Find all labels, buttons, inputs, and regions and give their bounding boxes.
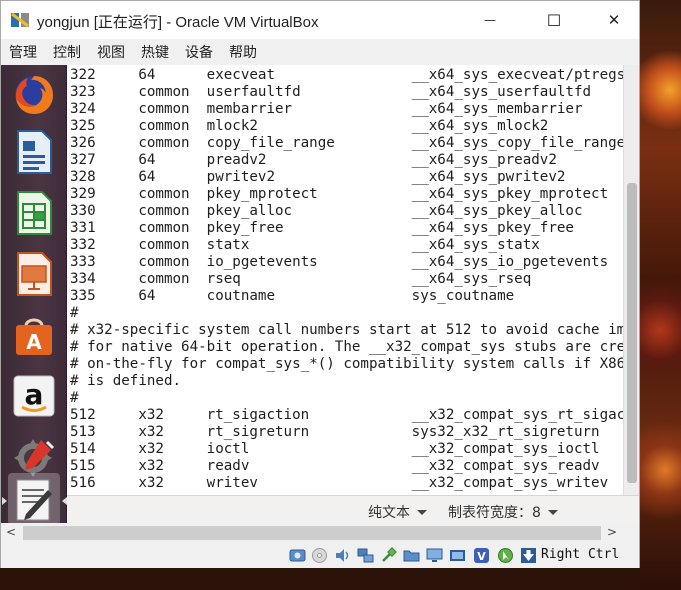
menu-bar: 管理 控制 视图 热键 设备 帮助 <box>1 39 639 65</box>
network-icon[interactable] <box>357 547 374 564</box>
code-line: 514 x32 ioctl __x32_compat_sys_ioctl <box>70 441 600 457</box>
hard-disk-icon[interactable] <box>289 547 306 564</box>
ubuntu-software-icon: A <box>16 318 52 355</box>
amazon-icon: a <box>13 375 55 417</box>
close-icon: ✕ <box>607 11 621 29</box>
syntax-language-label: 纯文本 <box>368 505 410 521</box>
tab-width-label: 制表符宽度：8 <box>448 505 541 521</box>
virtualbox-app-icon <box>10 10 30 30</box>
libreoffice-impress-icon <box>17 252 52 296</box>
vm-display[interactable]: A a 322 64 execveat __x64_sys_execveat/p… <box>1 65 639 523</box>
optical-drive-icon[interactable] <box>311 547 328 564</box>
launcher-firefox[interactable] <box>8 69 60 121</box>
shared-folder-icon[interactable] <box>403 547 420 564</box>
launcher-text-editor[interactable] <box>8 473 60 523</box>
host-key-arrow-icon[interactable] <box>520 547 537 564</box>
code-line: # for native 64-bit operation. The __x32… <box>70 339 623 355</box>
code-line: # on-the-fly for compat_sys_*() compatib… <box>70 356 623 372</box>
virtualbox-window: yongjun [正在运行] - Oracle VM VirtualBox — … <box>0 0 640 568</box>
scroll-left-arrow-icon[interactable]: < <box>6 525 16 539</box>
video-capture-icon[interactable] <box>449 547 466 564</box>
code-line: 335 64 coutname sys_coutname <box>70 288 515 304</box>
code-line: # <box>70 390 79 406</box>
code-line: 516 x32 writev __x32_compat_sys_writev <box>70 475 609 491</box>
launcher-writer[interactable] <box>8 126 60 178</box>
code-line: 333 common io_pgetevents __x64_sys_io_pg… <box>70 254 609 270</box>
minimize-button[interactable]: — <box>467 1 513 39</box>
usb-icon[interactable] <box>380 547 397 564</box>
minimize-icon: — <box>484 13 496 27</box>
code-line: 515 x32 readv __x32_compat_sys_readv <box>70 458 600 474</box>
launcher-impress[interactable] <box>8 248 60 300</box>
menu-hotkey[interactable]: 热键 <box>139 42 171 62</box>
menu-view[interactable]: 视图 <box>95 42 127 62</box>
ubuntu-launcher: A a <box>1 65 67 523</box>
display-icon[interactable] <box>426 547 443 564</box>
code-line: 512 x32 rt_sigaction __x32_compat_sys_rt… <box>70 407 623 423</box>
virtualbox-status-bar: V Right Ctrl <box>1 543 639 568</box>
launcher-calc[interactable] <box>8 187 60 239</box>
code-line: 326 common copy_file_range __x64_sys_cop… <box>70 135 623 151</box>
maximize-button[interactable]: ☐ <box>531 1 577 39</box>
scroll-right-arrow-icon[interactable]: > <box>607 525 617 539</box>
code-line: 332 common statx __x64_sys_statx <box>70 237 540 253</box>
code-line: 329 common pkey_mprotect __x64_sys_pkey_… <box>70 186 609 202</box>
text-editor-content[interactable]: 322 64 execveat __x64_sys_execveat/ptreg… <box>67 65 623 495</box>
mouse-integration-icon[interactable] <box>497 547 514 564</box>
syntax-language-selector[interactable]: 纯文本 <box>368 502 427 522</box>
running-indicator <box>2 497 7 505</box>
vm-horizontal-scrollbar[interactable]: < > <box>1 523 639 543</box>
libreoffice-writer-icon <box>17 130 52 174</box>
menu-help[interactable]: 帮助 <box>227 42 259 62</box>
firefox-icon <box>15 76 53 114</box>
vt-x-icon[interactable]: V <box>473 547 490 564</box>
host-key-label: Right Ctrl <box>541 547 620 562</box>
text-editor-icon <box>16 479 52 521</box>
code-line: 334 common rseq __x64_sys_rseq <box>70 271 532 287</box>
tab-width-selector[interactable]: 制表符宽度：8 <box>448 502 558 522</box>
code-line: # x32-specific system call numbers start… <box>70 322 623 338</box>
launcher-amazon[interactable]: a <box>8 370 60 422</box>
code-line: 513 x32 rt_sigreturn sys32_x32_rt_sigret… <box>70 424 600 440</box>
title-bar[interactable]: yongjun [正在运行] - Oracle VM VirtualBox — … <box>1 1 639 39</box>
code-line: 322 64 execveat __x64_sys_execveat/ptreg… <box>70 67 623 83</box>
svg-text:a: a <box>25 378 44 411</box>
code-line: # is defined. <box>70 373 182 389</box>
editor-status-bar: 纯文本 制表符宽度：8 <box>67 495 639 523</box>
libreoffice-calc-icon <box>17 191 52 235</box>
window-title: yongjun [正在运行] - Oracle VM VirtualBox <box>37 14 319 31</box>
chevron-down-icon <box>417 509 427 515</box>
audio-icon[interactable] <box>334 547 351 564</box>
code-line: 325 common mlock2 __x64_sys_mlock2 <box>70 118 549 134</box>
close-button[interactable]: ✕ <box>591 1 637 39</box>
code-line: 324 common membarrier __x64_sys_membarri… <box>70 101 583 117</box>
code-line: 331 common pkey_free __x64_sys_pkey_free <box>70 220 574 236</box>
svg-text:A: A <box>26 330 42 354</box>
launcher-software[interactable]: A <box>8 309 60 361</box>
horizontal-scroll-thumb[interactable] <box>23 526 601 540</box>
menu-manage[interactable]: 管理 <box>7 42 39 62</box>
code-line: 328 64 pwritev2 __x64_sys_pwritev2 <box>70 169 566 185</box>
code-line: 327 64 preadv2 __x64_sys_preadv2 <box>70 152 557 168</box>
svg-text:V: V <box>477 550 486 563</box>
code-line: # <box>70 305 79 321</box>
menu-devices[interactable]: 设备 <box>183 42 215 62</box>
editor-vertical-scrollbar[interactable] <box>623 65 639 495</box>
vertical-scroll-thumb[interactable] <box>627 183 637 483</box>
code-line: 330 common pkey_alloc __x64_sys_pkey_all… <box>70 203 583 219</box>
chevron-down-icon <box>547 509 558 515</box>
desktop-wallpaper <box>640 0 681 590</box>
menu-control[interactable]: 控制 <box>51 42 83 62</box>
maximize-icon: ☐ <box>546 10 562 30</box>
code-line: 323 common userfaultfd __x64_sys_userfau… <box>70 84 592 100</box>
